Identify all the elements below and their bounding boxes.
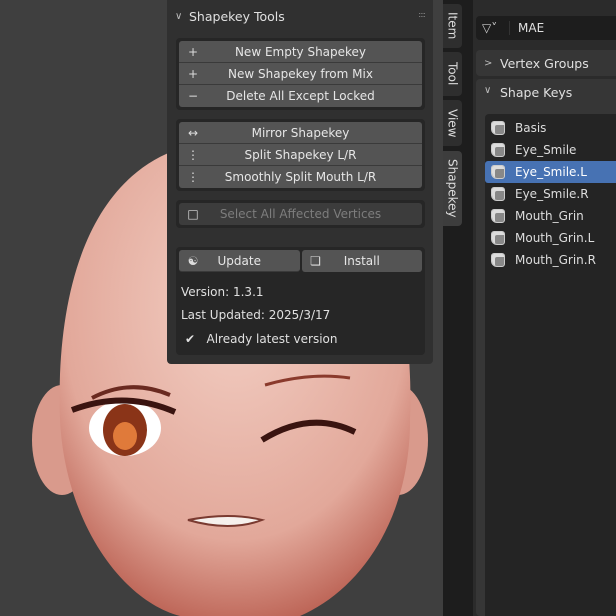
list-item[interactable]: Mouth_Grin (485, 205, 616, 227)
split-icon: ⋮ (187, 147, 199, 162)
new-empty-shapekey-button[interactable]: + New Empty Shapekey (179, 41, 422, 63)
properties-editor: ▽˅ MAE > Vertex Groups ∨ Shape Keys Basis … (473, 0, 616, 616)
minus-icon: − (187, 89, 199, 103)
item-label: Basis (515, 121, 547, 135)
install-icon: ❏ (310, 254, 321, 268)
tab-view[interactable]: View (443, 100, 462, 146)
new-shapekey-from-mix-button[interactable]: + New Shapekey from Mix (179, 63, 422, 85)
panel-title: Shapekey Tools (189, 8, 285, 24)
drag-handle-icon[interactable]: :::: (418, 10, 426, 19)
object-name: MAE (518, 21, 545, 35)
object-data-field[interactable]: ▽˅ MAE (476, 16, 616, 40)
section-title: Shape Keys (500, 85, 573, 100)
tab-label: Tool (445, 62, 460, 86)
list-item-selected[interactable]: Eye_Smile.L (485, 161, 616, 183)
item-label: Eye_Smile (515, 143, 577, 157)
tab-label: Item (445, 12, 460, 40)
shape-key-list: Basis Eye_Smile Eye_Smile.L Eye_Smile.R … (485, 114, 616, 616)
tab-shapekey[interactable]: Shapekey (443, 151, 462, 226)
shapekey-icon (491, 209, 505, 223)
shapekey-icon (491, 143, 505, 157)
shapekey-icon (491, 165, 505, 179)
smoothly-split-mouth-button[interactable]: ⋮ Smoothly Split Mouth L/R (179, 166, 422, 188)
checkmark-icon: ✔ (185, 332, 196, 346)
version-text: Version: 1.3.1 (181, 285, 264, 299)
chevron-down-icon: ∨ (175, 10, 183, 22)
tab-label: Shapekey (445, 159, 460, 218)
status-text: Already latest version (206, 332, 338, 346)
install-button[interactable]: ❏ Install (301, 250, 422, 272)
shapekey-icon (491, 187, 505, 201)
tab-item[interactable]: Item (443, 4, 462, 48)
split-icon: ⋮ (187, 170, 199, 184)
section-title: Vertex Groups (500, 55, 589, 71)
shapekey-icon (491, 121, 505, 135)
plus-icon: + (187, 44, 199, 59)
mirror-shapekey-button[interactable]: ↔ Mirror Shapekey (179, 122, 422, 144)
shapekey-icon (491, 253, 505, 267)
plus-icon: + (187, 66, 199, 81)
delete-all-except-locked-button[interactable]: − Delete All Except Locked (179, 85, 422, 107)
list-item[interactable]: Mouth_Grin.R (485, 249, 616, 271)
chevron-right-icon: > (484, 57, 493, 69)
last-updated-text: Last Updated: 2025/3/17 (181, 308, 331, 322)
mirror-arrows-icon: ↔ (187, 125, 199, 140)
list-item[interactable]: Eye_Smile (485, 139, 616, 161)
item-label: Eye_Smile.L (515, 165, 587, 179)
update-button[interactable]: ☯ Update (179, 250, 300, 272)
panel-header[interactable]: ∨ Shapekey Tools :::: (167, 0, 433, 32)
list-item[interactable]: Eye_Smile.R (485, 183, 616, 205)
sidebar-tabs: Item Tool View Shapekey (443, 0, 473, 616)
shapekey-icon (491, 231, 505, 245)
vertex-groups-header[interactable]: > Vertex Groups (476, 50, 616, 76)
list-item[interactable]: Basis (485, 117, 616, 139)
status-row: ✔ Already latest version (185, 332, 338, 346)
item-label: Mouth_Grin (515, 209, 584, 223)
tab-label: View (445, 108, 460, 138)
globe-icon: ☯ (187, 253, 199, 268)
item-label: Mouth_Grin.R (515, 253, 596, 267)
shapekey-tools-panel: ∨ Shapekey Tools :::: + New Empty Shapeke… (167, 0, 433, 364)
item-label: Mouth_Grin.L (515, 231, 595, 245)
tab-tool[interactable]: Tool (443, 52, 462, 96)
item-label: Eye_Smile.R (515, 187, 589, 201)
split-shapekey-button[interactable]: ⋮ Split Shapekey L/R (179, 144, 422, 166)
list-item[interactable]: Mouth_Grin.L (485, 227, 616, 249)
chevron-down-icon: ∨ (484, 85, 492, 96)
mesh-data-icon[interactable]: ▽˅ (476, 21, 510, 35)
select-all-affected-vertices-button[interactable]: □ Select All Affected Vertices (179, 203, 422, 225)
vertex-select-icon: □ (187, 207, 199, 221)
